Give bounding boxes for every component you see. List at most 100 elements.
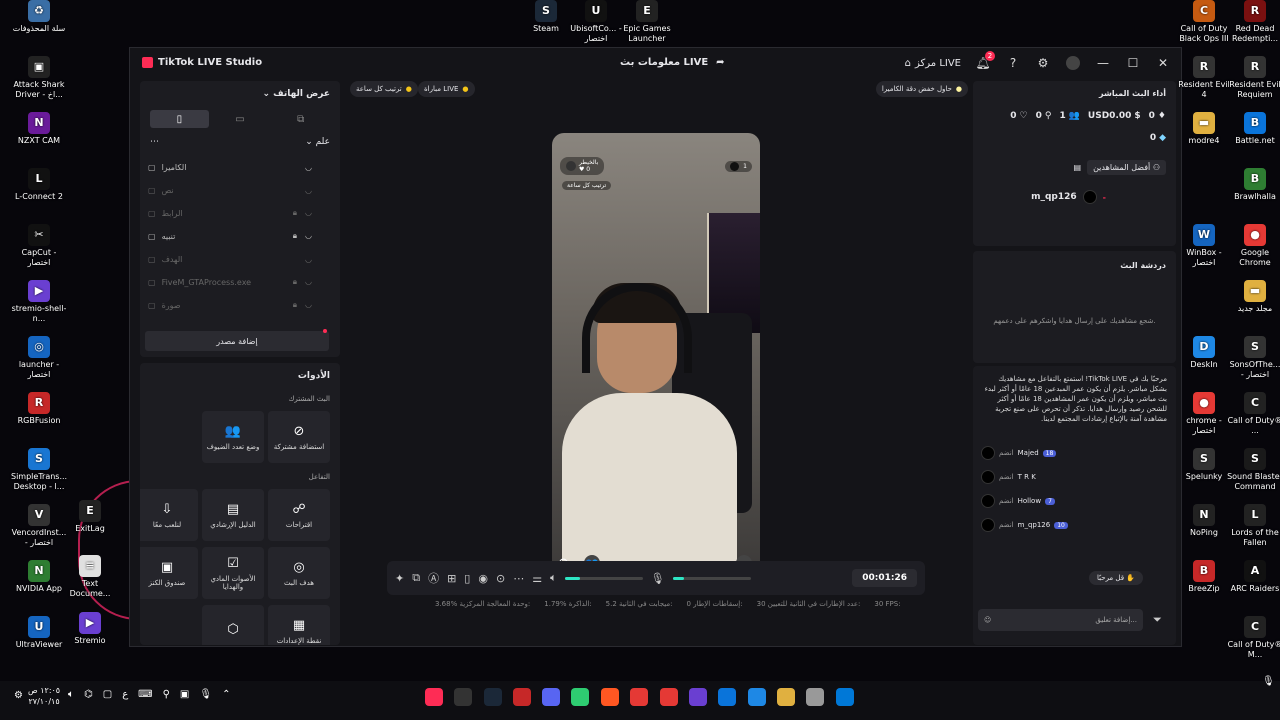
desktop-icon[interactable]: R Resident Evil Requiem <box>1227 56 1280 100</box>
desktop-icon[interactable]: ● Google Chrome <box>1227 224 1280 268</box>
phone-mode-icon[interactable]: ▯ <box>464 572 470 585</box>
steam-taskbar-icon[interactable] <box>484 688 502 706</box>
tool-button[interactable]: ◎ هدف البث <box>268 547 330 599</box>
minimize-button[interactable]: — <box>1095 55 1111 71</box>
desktop-icon[interactable]: U UltraViewer <box>11 616 67 650</box>
source-item[interactable]: ▢ الكاميرا ◡ <box>148 157 332 177</box>
add-overlay-icon[interactable]: ⊞ <box>447 572 456 585</box>
camera-tip-pill[interactable]: حاول خفض دقة الكاميرا ● <box>875 81 968 97</box>
desktop-icon[interactable]: B Brawlhalla <box>1227 168 1280 202</box>
speaker-icon[interactable]: 🔈︎ <box>550 571 557 585</box>
desktop-icon[interactable]: B Battle.net <box>1227 112 1280 146</box>
notifications-button[interactable]: 🔔︎ 2 <box>975 51 995 71</box>
tool-button[interactable]: ⬡ <box>202 605 264 645</box>
teamviewer-taskbar-icon[interactable] <box>718 688 736 706</box>
tool-button[interactable]: ▦ نقطة الإعدادات <box>268 605 330 645</box>
desktop-icon[interactable]: C Call of Duty® ... <box>1227 392 1280 436</box>
desktop-icon[interactable]: W WinBox - اختصار <box>1176 224 1232 268</box>
desktop-icon[interactable] <box>1176 168 1232 192</box>
desktop-icon[interactable]: ▬ modre4 <box>1176 112 1232 146</box>
explorer-taskbar-icon[interactable] <box>777 688 795 706</box>
desktop-icon[interactable]: S SimpleTrans... Desktop - l... <box>11 448 67 492</box>
list-icon[interactable]: ▤ <box>1074 163 1082 172</box>
chevron-up-icon[interactable]: ⌃ <box>222 689 230 700</box>
lang-tray-icon[interactable]: ع <box>122 689 128 700</box>
desktop-icon[interactable]: ▣ Attack Shark Driver - اخ... <box>11 56 67 100</box>
desktop-icon[interactable]: L Lords of the Fallen <box>1227 504 1280 548</box>
live-center-button[interactable]: ⌂ مركز LIVE <box>905 58 961 69</box>
desktop-icon[interactable]: R RGBFusion <box>11 392 67 426</box>
maximize-button[interactable]: ☐ <box>1125 55 1141 71</box>
volume-slider[interactable] <box>564 576 643 580</box>
desktop-icon[interactable]: V VencordInst... - اختصار <box>11 504 67 548</box>
desktop-icon[interactable]: S Sound Blaster Command <box>1227 448 1280 492</box>
desktop-icon[interactable]: C Call of Duty Black Ops III <box>1176 0 1232 44</box>
source-item[interactable]: ▢ الهدف ◡ <box>148 249 332 269</box>
desktop-icon[interactable]: ▬ مجلد جديد <box>1227 280 1280 314</box>
xbox-taskbar-icon[interactable] <box>571 688 589 706</box>
tool-button[interactable]: ▣ صندوق الكنز <box>140 547 198 599</box>
tool-button[interactable]: ☑ الأصوات المادي والهدايا <box>202 547 264 599</box>
desktop-icon[interactable]: E ExitLag <box>62 500 118 534</box>
desktop-icon[interactable]: N NVIDIA App <box>11 560 67 594</box>
start-taskbar-icon[interactable] <box>836 688 854 706</box>
microphone-icon[interactable]: 🎙︎ <box>651 572 665 585</box>
desktop-icon[interactable]: U UbisoftCo... - اختصار <box>568 0 624 44</box>
system-clock[interactable]: ١٢:٠٥ ص ٢٧/١٠/١٥ <box>28 685 60 707</box>
chat-row[interactable]: انضم m_qp126 10 <box>981 518 1068 532</box>
stream-info-button[interactable]: معلومات بث LIVE ➦ <box>620 57 725 68</box>
chrome2-taskbar-icon[interactable] <box>660 688 678 706</box>
discord-taskbar-icon[interactable] <box>542 688 560 706</box>
close-button[interactable]: ✕ <box>1155 55 1171 71</box>
source-item[interactable]: ▢ FiveM_GTAProcess.exe 🔒︎ ◡ <box>148 272 332 292</box>
visibility-icon[interactable]: ◡ <box>305 163 312 172</box>
network-icon[interactable]: ⚙ <box>14 690 23 701</box>
chrome-taskbar-icon[interactable] <box>630 688 648 706</box>
hourly-rank-pill[interactable]: ترتيب كل ساعة ● <box>350 81 418 97</box>
mic-tray-icon[interactable]: ⚲ <box>163 689 170 700</box>
store-taskbar-icon[interactable] <box>806 688 824 706</box>
camera-switch-icon[interactable]: ⊙ <box>496 572 505 585</box>
say-hi-button[interactable]: قل مرحبًا ✋ <box>1089 571 1144 585</box>
filter-icon[interactable]: ⧉ <box>412 571 420 585</box>
chat-row[interactable]: انضم Hollow 7 <box>981 494 1055 508</box>
stremio-taskbar-icon[interactable] <box>689 688 707 706</box>
tool-button[interactable]: ▤ الدليل الإرشادي <box>202 489 264 541</box>
desktop-icon[interactable]: L L-Connect 2 <box>11 168 67 202</box>
desktop-icon[interactable]: B BreeZip <box>1176 560 1232 594</box>
visibility-icon[interactable]: ◡ <box>305 208 312 218</box>
settings-button[interactable]: ⚙ <box>1035 55 1051 71</box>
lock-icon[interactable]: 🔒︎ <box>293 231 297 241</box>
record-icon[interactable]: ◉ <box>478 572 488 585</box>
filter-icon[interactable]: ⏷ <box>1153 613 1162 627</box>
layers-option[interactable]: ⧉ <box>271 110 330 128</box>
mixer-icon[interactable]: ⚌ <box>532 572 542 585</box>
mediatek-taskbar-icon[interactable] <box>513 688 531 706</box>
source-item[interactable]: ▢ تنبيه 🔒︎ ◡ <box>148 226 332 246</box>
mic-slider[interactable] <box>672 576 751 580</box>
source-item[interactable]: ▢ صورة 🔒︎ ◡ <box>148 295 332 315</box>
chat-row[interactable]: انضم T R K <box>981 470 1036 484</box>
profile-avatar[interactable] <box>1065 55 1081 71</box>
emoji-icon[interactable]: ☺ <box>984 616 991 624</box>
portrait-option[interactable]: ▯ <box>150 110 209 128</box>
tool-button[interactable]: ☍ اقتراحات <box>268 489 330 541</box>
keyboard-tray-icon[interactable]: ⌨ <box>138 689 152 700</box>
chat-row[interactable]: انضم Majed 18 <box>981 446 1057 460</box>
desktop-icon[interactable]: N NoPing <box>1176 504 1232 538</box>
lock-icon[interactable]: 🔒︎ <box>293 208 297 218</box>
more-options-icon[interactable]: ⋯ <box>150 137 159 147</box>
visibility-icon[interactable]: ◡ <box>305 231 312 241</box>
brave-taskbar-icon[interactable] <box>601 688 619 706</box>
live-match-pill[interactable]: مباراة LIVE ● <box>418 81 475 97</box>
tiktok-taskbar-icon[interactable] <box>425 688 443 706</box>
source-item[interactable]: ▢ الرابط 🔒︎ ◡ <box>148 203 332 223</box>
chat-tray-icon[interactable]: ▢ <box>103 689 112 700</box>
desktop-icon[interactable]: N NZXT CAM <box>11 112 67 146</box>
help-button[interactable]: ? <box>1005 55 1021 71</box>
tool-button[interactable]: 👥 وضع تعدد الضيوف <box>202 411 264 463</box>
desktop-icon[interactable]: ▶ Stremio <box>62 612 118 646</box>
tool-button[interactable]: ⇩ لنلعب معًا <box>140 489 198 541</box>
visibility-icon[interactable]: ◡ <box>305 255 312 264</box>
desktop-icon[interactable]: ◎ launcher - اختصار <box>11 336 67 380</box>
